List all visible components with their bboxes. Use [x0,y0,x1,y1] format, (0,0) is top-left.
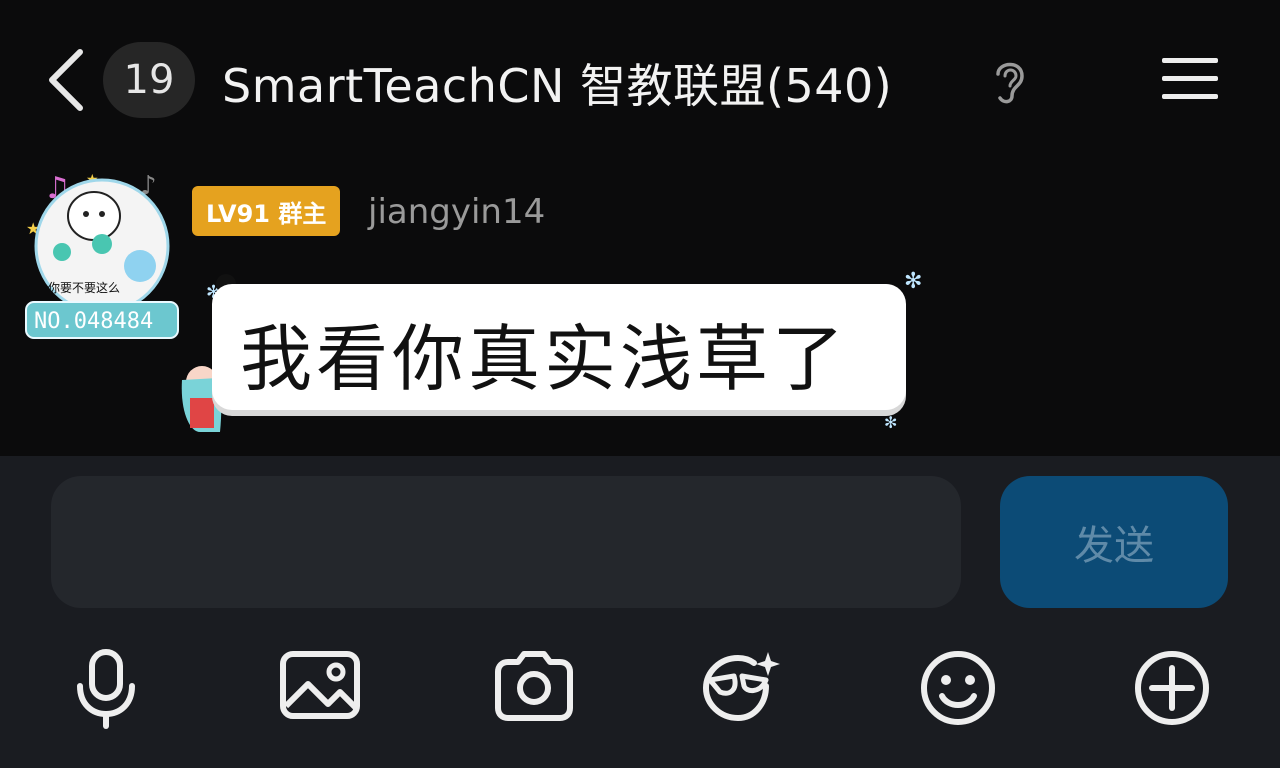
back-arrow-icon[interactable] [42,44,92,116]
chat-header: 19 SmartTeachCN 智教联盟(540) [0,0,1280,160]
image-icon[interactable] [278,646,362,730]
unread-count-badge[interactable]: 19 [103,42,195,118]
message-input[interactable] [51,476,961,608]
microphone-icon[interactable] [64,646,148,730]
level-tag: LV91 群主 [192,186,341,236]
group-title: SmartTeachCN 智教联盟(540) [222,59,893,113]
sender-name[interactable]: jiangyin14 [368,192,545,232]
svg-text:✻: ✻ [904,269,922,294]
menu-icon[interactable] [1160,54,1220,104]
avatar[interactable]: ♫ ♪ ★ ★ 你要不要这么 NO.048484 [22,168,182,348]
avatar-caption: 你要不要这么 [48,280,120,295]
sticker-icon[interactable] [700,646,784,730]
plus-icon[interactable] [1130,646,1214,730]
ear-icon[interactable] [990,56,1030,106]
camera-icon[interactable] [492,646,576,730]
emoji-icon[interactable] [916,646,1000,730]
message-text: 我看你真实浅草了 [240,317,849,401]
svg-text:✻: ✻ [884,413,897,432]
avatar-badge-number: NO.048484 [34,309,153,334]
send-button[interactable]: 发送 [1000,476,1228,608]
